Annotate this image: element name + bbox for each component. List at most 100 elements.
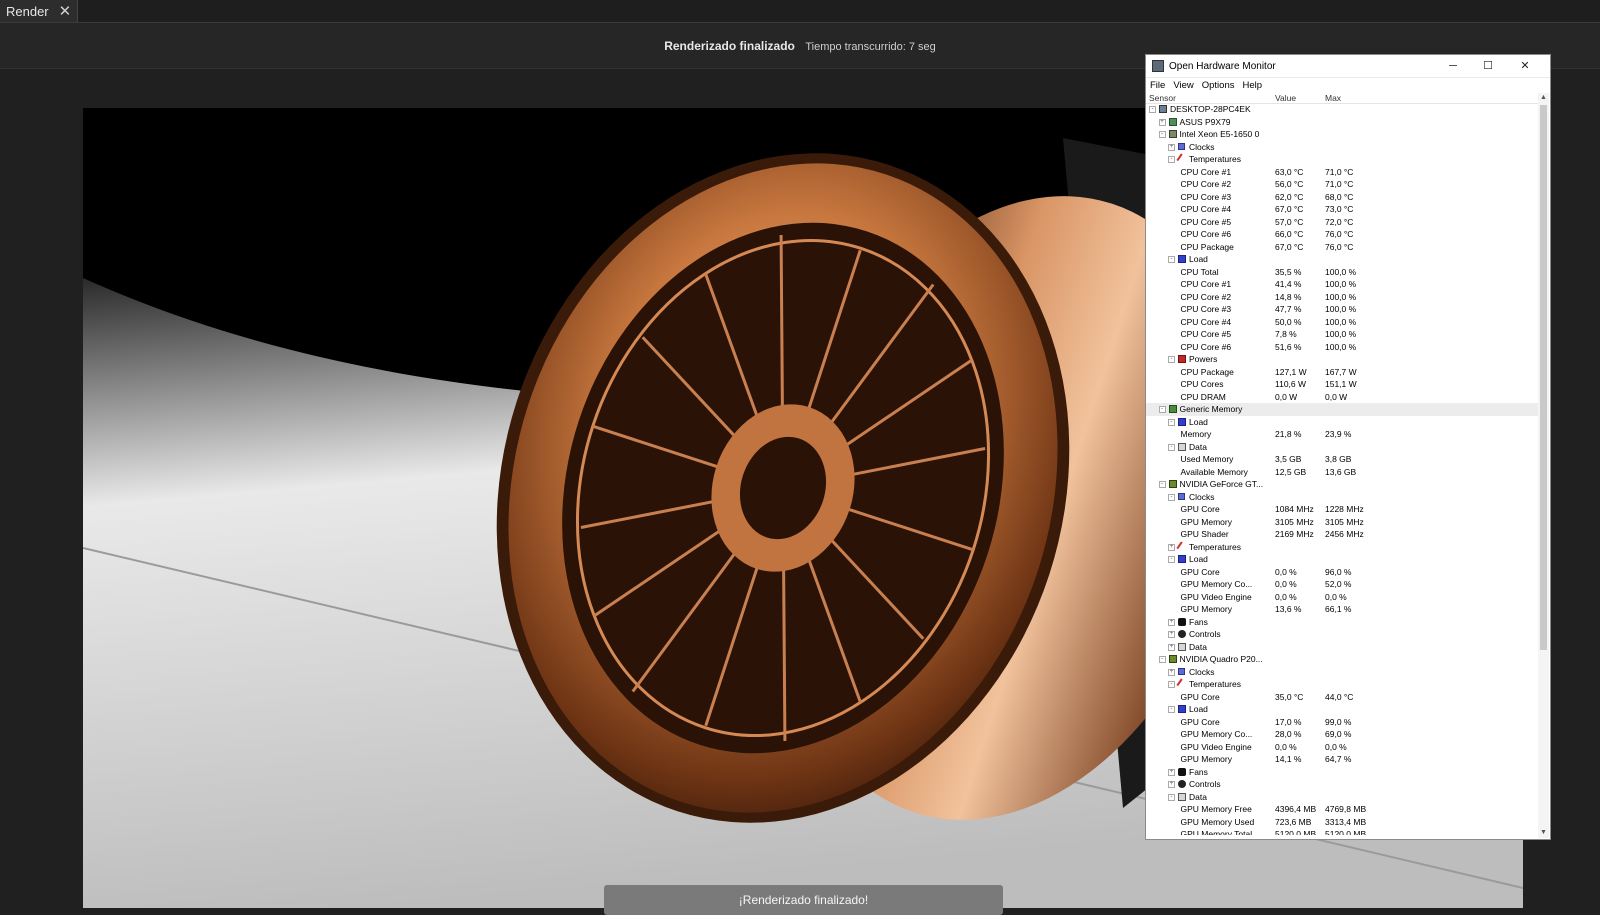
tree-node-row[interactable]: - Powers — [1146, 353, 1538, 366]
sensor-row[interactable]: GPU Video Engine 0,0 % 0,0 % — [1146, 591, 1538, 604]
tree-node-row[interactable]: - Generic Memory — [1146, 403, 1538, 416]
sensor-row[interactable]: GPU Memory 14,1 % 64,7 % — [1146, 753, 1538, 766]
sensor-row[interactable]: CPU Core #2 14,8 % 100,0 % — [1146, 291, 1538, 304]
sensor-row[interactable]: GPU Memory Free 4396,4 MB 4769,8 MB — [1146, 803, 1538, 816]
tree-node-row[interactable]: - Data — [1146, 791, 1538, 804]
tree-node-row[interactable]: + Fans — [1146, 766, 1538, 779]
sensor-row[interactable]: CPU Core #4 50,0 % 100,0 % — [1146, 316, 1538, 329]
collapse-toggle-icon[interactable]: - — [1168, 256, 1175, 263]
vertical-scrollbar[interactable]: ▲ ▼ — [1538, 93, 1549, 838]
tree-node-row[interactable]: - Load — [1146, 553, 1538, 566]
sensor-row[interactable]: CPU Core #1 41,4 % 100,0 % — [1146, 278, 1538, 291]
sensor-row[interactable]: CPU Core #6 51,6 % 100,0 % — [1146, 341, 1538, 354]
tree-node-row[interactable]: - Temperatures — [1146, 678, 1538, 691]
tree-node-row[interactable]: - Load — [1146, 416, 1538, 429]
sensor-row[interactable]: Used Memory 3,5 GB 3,8 GB — [1146, 453, 1538, 466]
menu-view[interactable]: View — [1169, 80, 1197, 91]
collapse-toggle-icon[interactable]: - — [1168, 418, 1175, 426]
open-hardware-monitor-window[interactable]: Open Hardware Monitor ─ ☐ ✕ File View Op… — [1145, 54, 1551, 840]
sensor-row[interactable]: CPU DRAM 0,0 W 0,0 W — [1146, 391, 1538, 404]
tree-node-row[interactable]: - Load — [1146, 253, 1538, 266]
sensor-row[interactable]: GPU Memory 3105 MHz 3105 MHz — [1146, 516, 1538, 529]
sensor-row[interactable]: Memory 21,8 % 23,9 % — [1146, 428, 1538, 441]
sensor-row[interactable]: GPU Memory Total 5120,0 MB 5120,0 MB — [1146, 828, 1538, 835]
sensor-row[interactable]: CPU Core #2 56,0 °C 71,0 °C — [1146, 178, 1538, 191]
tree-node-row[interactable]: + Fans — [1146, 616, 1538, 629]
sensor-row[interactable]: GPU Shader 2169 MHz 2456 MHz — [1146, 528, 1538, 541]
expand-toggle-icon[interactable]: + — [1168, 781, 1175, 788]
menu-file[interactable]: File — [1146, 80, 1169, 91]
column-sensor[interactable]: Sensor — [1149, 93, 1176, 103]
sensor-row[interactable]: CPU Core #5 7,8 % 100,0 % — [1146, 328, 1538, 341]
tree-node-row[interactable]: + Controls — [1146, 778, 1538, 791]
tree-node-row[interactable]: + ASUS P9X79 — [1146, 116, 1538, 129]
sensor-row[interactable]: CPU Core #4 67,0 °C 73,0 °C — [1146, 203, 1538, 216]
close-button[interactable]: ✕ — [1508, 55, 1542, 77]
expand-toggle-icon[interactable]: + — [1168, 618, 1175, 626]
collapse-toggle-icon[interactable]: - — [1168, 793, 1175, 801]
scroll-down-arrow-icon[interactable]: ▼ — [1538, 828, 1549, 838]
collapse-toggle-icon[interactable]: - — [1168, 706, 1175, 713]
sensor-row[interactable]: GPU Memory Co... 0,0 % 52,0 % — [1146, 578, 1538, 591]
collapse-toggle-icon[interactable]: - — [1168, 156, 1175, 163]
sensor-row[interactable]: CPU Cores 110,6 W 151,1 W — [1146, 378, 1538, 391]
sensor-tree[interactable]: - DESKTOP-28PC4EK + ASUS P9X79 - Intel Xeon E… — [1146, 103, 1538, 835]
sensor-row[interactable]: CPU Core #1 63,0 °C 71,0 °C — [1146, 166, 1538, 179]
sensor-row[interactable]: Available Memory 12,5 GB 13,6 GB — [1146, 466, 1538, 479]
collapse-toggle-icon[interactable]: - — [1158, 656, 1166, 663]
tree-node-row[interactable]: - Clocks — [1146, 491, 1538, 504]
tree-node-row[interactable]: + Controls — [1146, 628, 1538, 641]
sensor-row[interactable]: GPU Core 1084 MHz 1228 MHz — [1146, 503, 1538, 516]
collapse-toggle-icon[interactable]: - — [1149, 106, 1156, 113]
tree-node-row[interactable]: + Data — [1146, 641, 1538, 654]
tree-node-row[interactable]: - Temperatures — [1146, 153, 1538, 166]
tree-node-row[interactable]: + Temperatures — [1146, 540, 1538, 554]
column-max[interactable]: Max — [1325, 93, 1341, 103]
scrollbar-thumb[interactable] — [1540, 105, 1547, 650]
sensor-row[interactable]: GPU Core 35,0 °C 44,0 °C — [1146, 691, 1538, 704]
sensor-row[interactable]: CPU Package 127,1 W 167,7 W — [1146, 366, 1538, 379]
sensor-row[interactable]: GPU Memory 13,6 % 66,1 % — [1146, 603, 1538, 616]
sensor-row[interactable]: GPU Memory Co... 28,0 % 69,0 % — [1146, 728, 1538, 741]
sensor-row[interactable]: GPU Core 17,0 % 99,0 % — [1146, 716, 1538, 729]
sensor-row[interactable]: CPU Core #6 66,0 °C 76,0 °C — [1146, 228, 1538, 241]
sensor-row[interactable]: CPU Core #5 57,0 °C 72,0 °C — [1146, 216, 1538, 229]
expand-toggle-icon[interactable]: + — [1168, 668, 1175, 676]
sensor-row[interactable]: CPU Total 35,5 % 100,0 % — [1146, 266, 1538, 279]
collapse-toggle-icon[interactable]: - — [1168, 356, 1175, 363]
expand-toggle-icon[interactable]: + — [1168, 643, 1175, 651]
collapse-toggle-icon[interactable]: - — [1158, 131, 1166, 138]
tree-node-row[interactable]: + Clocks — [1146, 666, 1538, 679]
collapse-toggle-icon[interactable]: - — [1168, 493, 1175, 501]
maximize-button[interactable]: ☐ — [1471, 55, 1505, 77]
column-value[interactable]: Value — [1275, 93, 1296, 103]
expand-toggle-icon[interactable]: + — [1168, 768, 1175, 776]
collapse-toggle-icon[interactable]: - — [1168, 556, 1175, 563]
tab-render[interactable]: Render ✕ — [0, 0, 78, 22]
expand-toggle-icon[interactable]: + — [1158, 118, 1166, 126]
expand-toggle-icon[interactable]: + — [1168, 631, 1175, 638]
menu-help[interactable]: Help — [1238, 80, 1266, 91]
collapse-toggle-icon[interactable]: - — [1158, 406, 1166, 413]
scroll-up-arrow-icon[interactable]: ▲ — [1538, 93, 1549, 103]
collapse-toggle-icon[interactable]: - — [1158, 481, 1166, 488]
tree-node-row[interactable]: - NVIDIA Quadro P20... — [1146, 653, 1538, 666]
sensor-row[interactable]: CPU Package 67,0 °C 76,0 °C — [1146, 241, 1538, 254]
sensor-row[interactable]: GPU Core 0,0 % 96,0 % — [1146, 566, 1538, 579]
tree-node-row[interactable]: - DESKTOP-28PC4EK — [1146, 103, 1538, 116]
menu-options[interactable]: Options — [1198, 80, 1239, 91]
expand-toggle-icon[interactable]: + — [1168, 543, 1175, 551]
sensor-row[interactable]: GPU Video Engine 0,0 % 0,0 % — [1146, 741, 1538, 754]
tree-node-row[interactable]: - Data — [1146, 441, 1538, 454]
tree-node-row[interactable]: - Intel Xeon E5-1650 0 — [1146, 128, 1538, 141]
expand-toggle-icon[interactable]: + — [1168, 143, 1175, 151]
close-icon[interactable]: ✕ — [59, 2, 72, 20]
minimize-button[interactable]: ─ — [1436, 55, 1470, 77]
tree-node-row[interactable]: + Clocks — [1146, 141, 1538, 154]
sensor-row[interactable]: CPU Core #3 62,0 °C 68,0 °C — [1146, 191, 1538, 204]
sensor-row[interactable]: CPU Core #3 47,7 % 100,0 % — [1146, 303, 1538, 316]
sensor-row[interactable]: GPU Memory Used 723,6 MB 3313,4 MB — [1146, 816, 1538, 829]
tree-node-row[interactable]: - Load — [1146, 703, 1538, 716]
collapse-toggle-icon[interactable]: - — [1168, 681, 1175, 688]
collapse-toggle-icon[interactable]: - — [1168, 443, 1175, 451]
